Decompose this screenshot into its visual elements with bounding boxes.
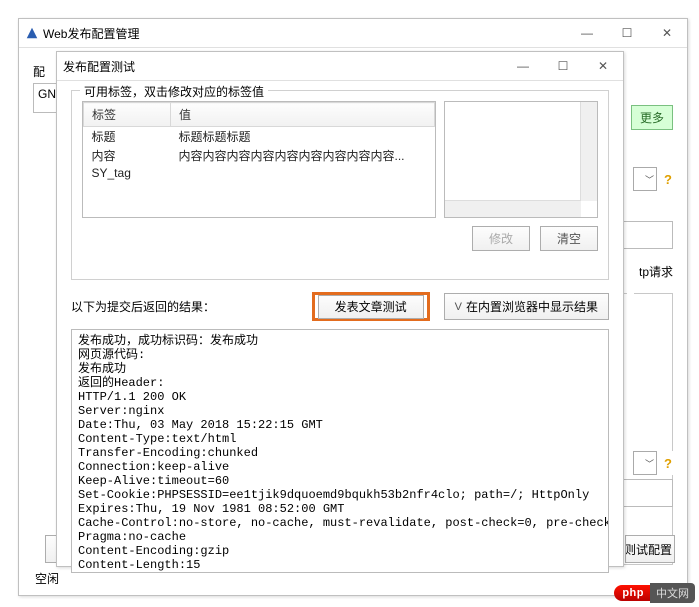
tags-table[interactable]: 标签 值 标题标题标题标题内容内容内容内容内容内容内容内容内容内容...SY_t… (82, 101, 436, 218)
preview-in-browser-button[interactable]: V 在内置浏览器中显示结果 (444, 293, 609, 320)
inner-titlebar: 发布配置测试 — ☐ ✕ (57, 52, 623, 81)
outer-minimize-button[interactable]: — (567, 19, 607, 47)
tags-fieldset: 可用标签，双击修改对应的标签值 标签 值 标题标题标题标题内容内容内容内容内容内… (71, 90, 609, 280)
modify-button[interactable]: 修改 (472, 226, 530, 251)
clear-button[interactable]: 清空 (540, 226, 598, 251)
cell-tag: 内容 (84, 146, 171, 165)
col-tag: 标签 (84, 103, 171, 127)
help-icon[interactable]: ? (661, 172, 675, 187)
cell-value: 标题标题标题 (171, 127, 435, 147)
tp-request-label: tp请求 (639, 263, 673, 280)
status-text: 空闲 (35, 570, 59, 587)
results-label: 以下为提交后返回的结果： (71, 298, 215, 315)
outer-close-button[interactable]: ✕ (647, 19, 687, 47)
watermark: php 中文网 (614, 583, 695, 603)
tags-side-panel[interactable] (444, 101, 598, 218)
help-icon[interactable]: ? (661, 456, 675, 471)
publish-test-dialog: 发布配置测试 — ☐ ✕ 可用标签，双击修改对应的标签值 标签 值 (56, 51, 624, 567)
table-header-row: 标签 值 (84, 103, 435, 127)
inner-maximize-button[interactable]: ☐ (543, 52, 583, 80)
more-button[interactable]: 更多 (631, 105, 673, 130)
inner-body: 可用标签，双击修改对应的标签值 标签 值 标题标题标题标题内容内容内容内容内容内… (57, 80, 623, 566)
table-row[interactable]: 内容内容内容内容内容内容内容内容内容内容... (84, 146, 435, 165)
app-icon (25, 26, 39, 40)
preview-label: 在内置浏览器中显示结果 (466, 298, 598, 315)
cell-value (171, 165, 435, 181)
inner-window-title: 发布配置测试 (63, 58, 135, 75)
outer-window-title: Web发布配置管理 (43, 25, 139, 42)
cell-value: 内容内容内容内容内容内容内容内容内容... (171, 146, 435, 165)
cell-tag: 标题 (84, 127, 171, 147)
cell-tag: SY_tag (84, 165, 171, 181)
right-cluster-2: ﹀ ? (633, 451, 675, 475)
table-row[interactable]: SY_tag (84, 165, 435, 181)
horizontal-scrollbar[interactable] (445, 200, 581, 217)
inner-close-button[interactable]: ✕ (583, 52, 623, 80)
inner-minimize-button[interactable]: — (503, 52, 543, 80)
watermark-brand: php (614, 585, 650, 601)
dropdown-2[interactable]: ﹀ (633, 451, 657, 475)
dropdown-1[interactable]: ﹀ (633, 167, 657, 191)
chevron-down-icon: V (455, 301, 462, 313)
publish-test-button[interactable]: 发表文章测试 (318, 295, 424, 319)
chevron-down-icon: ﹀ (645, 457, 654, 470)
tags-instruction-label: 可用标签，双击修改对应的标签值 (80, 83, 268, 100)
outer-titlebar: Web发布配置管理 — ☐ ✕ (19, 19, 687, 48)
response-output[interactable]: 发布成功，成功标识码：发布成功 网页源代码: 发布成功 返回的Header: H… (71, 329, 609, 573)
col-value: 值 (171, 103, 435, 127)
vertical-scrollbar[interactable] (580, 102, 597, 201)
outer-maximize-button[interactable]: ☐ (607, 19, 647, 47)
table-row[interactable]: 标题标题标题标题 (84, 127, 435, 147)
chevron-down-icon: ﹀ (645, 173, 654, 186)
results-row: 以下为提交后返回的结果： 发表文章测试 V 在内置浏览器中显示结果 (71, 292, 609, 321)
test-config-button[interactable]: 则试配置 (625, 535, 675, 563)
watermark-text: 中文网 (650, 583, 695, 603)
publish-highlight: 发表文章测试 (312, 292, 430, 321)
config-label: 配 (33, 63, 45, 80)
test-config-label: 则试配置 (625, 541, 672, 558)
right-cluster-1: ﹀ ? (633, 167, 675, 191)
